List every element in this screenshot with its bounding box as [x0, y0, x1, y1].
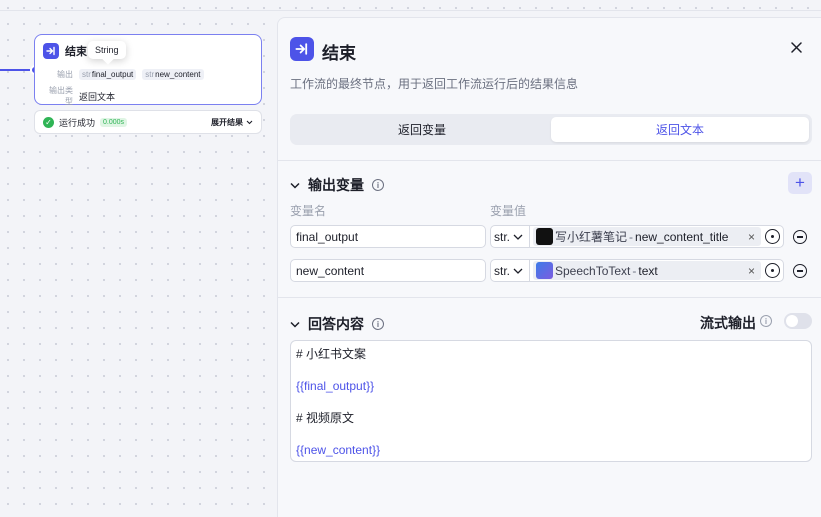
- node-output-type-label: 输出类型: [49, 86, 73, 106]
- info-icon[interactable]: i: [760, 315, 772, 327]
- answer-section-header[interactable]: 回答内容 i: [290, 314, 384, 334]
- add-variable-button[interactable]: +: [788, 172, 812, 194]
- close-icon: [790, 41, 802, 53]
- plus-icon: +: [795, 173, 805, 192]
- variable-picker-icon[interactable]: [765, 229, 780, 244]
- exit-icon: [43, 43, 59, 59]
- variable-reference-field[interactable]: SpeechToText - text ×: [530, 259, 784, 282]
- variable-reference-tag: 写小红薯笔记 - new_content_title ×: [533, 227, 761, 246]
- editor-line: # 小红书文案: [296, 347, 367, 361]
- variable-type-value: str.: [494, 263, 511, 278]
- streaming-output-toggle[interactable]: [784, 313, 812, 329]
- tab-return-text[interactable]: 返回文本: [551, 117, 809, 142]
- variable-name-input[interactable]: final_output: [290, 225, 486, 248]
- variable-reference-field[interactable]: 写小红薯笔记 - new_content_title ×: [530, 225, 784, 248]
- end-node-card[interactable]: 结束 String 输出 strfinal_output strnew_cont…: [34, 34, 262, 107]
- chevron-down-icon: [290, 321, 300, 328]
- reference-separator: -: [632, 263, 637, 278]
- xiaohongshu-node-icon: [536, 228, 553, 245]
- variable-type-value: str.: [494, 229, 511, 244]
- remove-variable-button[interactable]: [793, 230, 807, 244]
- variable-type-select[interactable]: str.: [490, 225, 530, 248]
- chevron-down-icon: [513, 234, 523, 240]
- variable-picker-icon[interactable]: [765, 263, 780, 278]
- run-time-badge: 0.000s: [100, 117, 128, 127]
- expand-result-button[interactable]: 展开结果: [211, 117, 253, 128]
- answer-content-editor[interactable]: # 小红书文案 {{final_output}} # 视频原文 {{new_co…: [290, 340, 812, 462]
- node-output-chip: strnew_content: [142, 69, 204, 80]
- chevron-down-icon: [246, 120, 253, 124]
- reference-node-name: 写小红薯笔记: [555, 230, 628, 244]
- variable-type-select[interactable]: str.: [490, 259, 530, 282]
- editor-variable-line: {{final_output}}: [296, 379, 375, 393]
- section-divider: [278, 160, 821, 161]
- node-output-row: 输出 strfinal_output strnew_content: [43, 69, 204, 80]
- variable-reference-tag: SpeechToText - text ×: [533, 261, 761, 280]
- reference-separator: -: [629, 229, 634, 244]
- close-button[interactable]: [788, 39, 804, 55]
- tab-return-variables[interactable]: 返回变量: [293, 117, 551, 142]
- speech-to-text-node-icon: [536, 262, 553, 279]
- clear-reference-icon[interactable]: ×: [745, 230, 758, 244]
- editor-variable-line: {{new_content}}: [296, 443, 381, 457]
- chevron-down-icon: [290, 182, 300, 189]
- run-status: 运行成功: [59, 117, 96, 128]
- node-config-panel: 结束 工作流的最终节点，用于返回工作流运行后的结果信息 返回变量 返回文本 输出…: [277, 17, 821, 517]
- reference-variable-name: text: [638, 263, 658, 278]
- panel-description: 工作流的最终节点，用于返回工作流运行后的结果信息: [290, 77, 579, 91]
- run-result-card: ✓ 运行成功 0.000s 展开结果: [34, 110, 262, 134]
- canvas-top-border: [0, 10, 821, 11]
- expand-result-label: 展开结果: [211, 117, 243, 127]
- reference-variable-name: new_content_title: [635, 229, 729, 244]
- node-output-label: 输出: [57, 70, 73, 79]
- check-icon: ✓: [43, 116, 54, 128]
- output-section-header[interactable]: 输出变量 i: [290, 175, 384, 195]
- node-output-type-row: 输出类型 返回文本: [43, 85, 115, 107]
- variable-name-input[interactable]: new_content: [290, 259, 486, 282]
- node-output-type-value: 返回文本: [79, 91, 116, 102]
- chevron-down-icon: [513, 268, 523, 274]
- end-node-header: 结束: [43, 43, 87, 59]
- remove-variable-button[interactable]: [793, 264, 807, 278]
- info-icon[interactable]: i: [372, 318, 384, 330]
- answer-section-title: 回答内容: [308, 316, 364, 332]
- section-divider: [278, 297, 821, 298]
- editor-line: # 视频原文: [296, 411, 355, 425]
- output-section-title: 输出变量: [308, 177, 364, 193]
- panel-title: 结束: [322, 44, 356, 63]
- reference-node-name: SpeechToText: [555, 263, 631, 278]
- info-icon[interactable]: i: [372, 179, 384, 191]
- node-output-chip: strfinal_output: [79, 69, 137, 80]
- column-variable-name: 变量名: [290, 204, 327, 218]
- type-tooltip: String: [88, 41, 126, 59]
- return-mode-tabs: 返回变量 返回文本: [290, 114, 812, 145]
- connection-edge: [0, 69, 30, 71]
- column-variable-value: 变量值: [490, 204, 527, 218]
- clear-reference-icon[interactable]: ×: [745, 264, 758, 278]
- streaming-output-label: 流式输出: [700, 315, 756, 331]
- exit-icon: [290, 37, 314, 61]
- end-node-title: 结束: [65, 46, 87, 58]
